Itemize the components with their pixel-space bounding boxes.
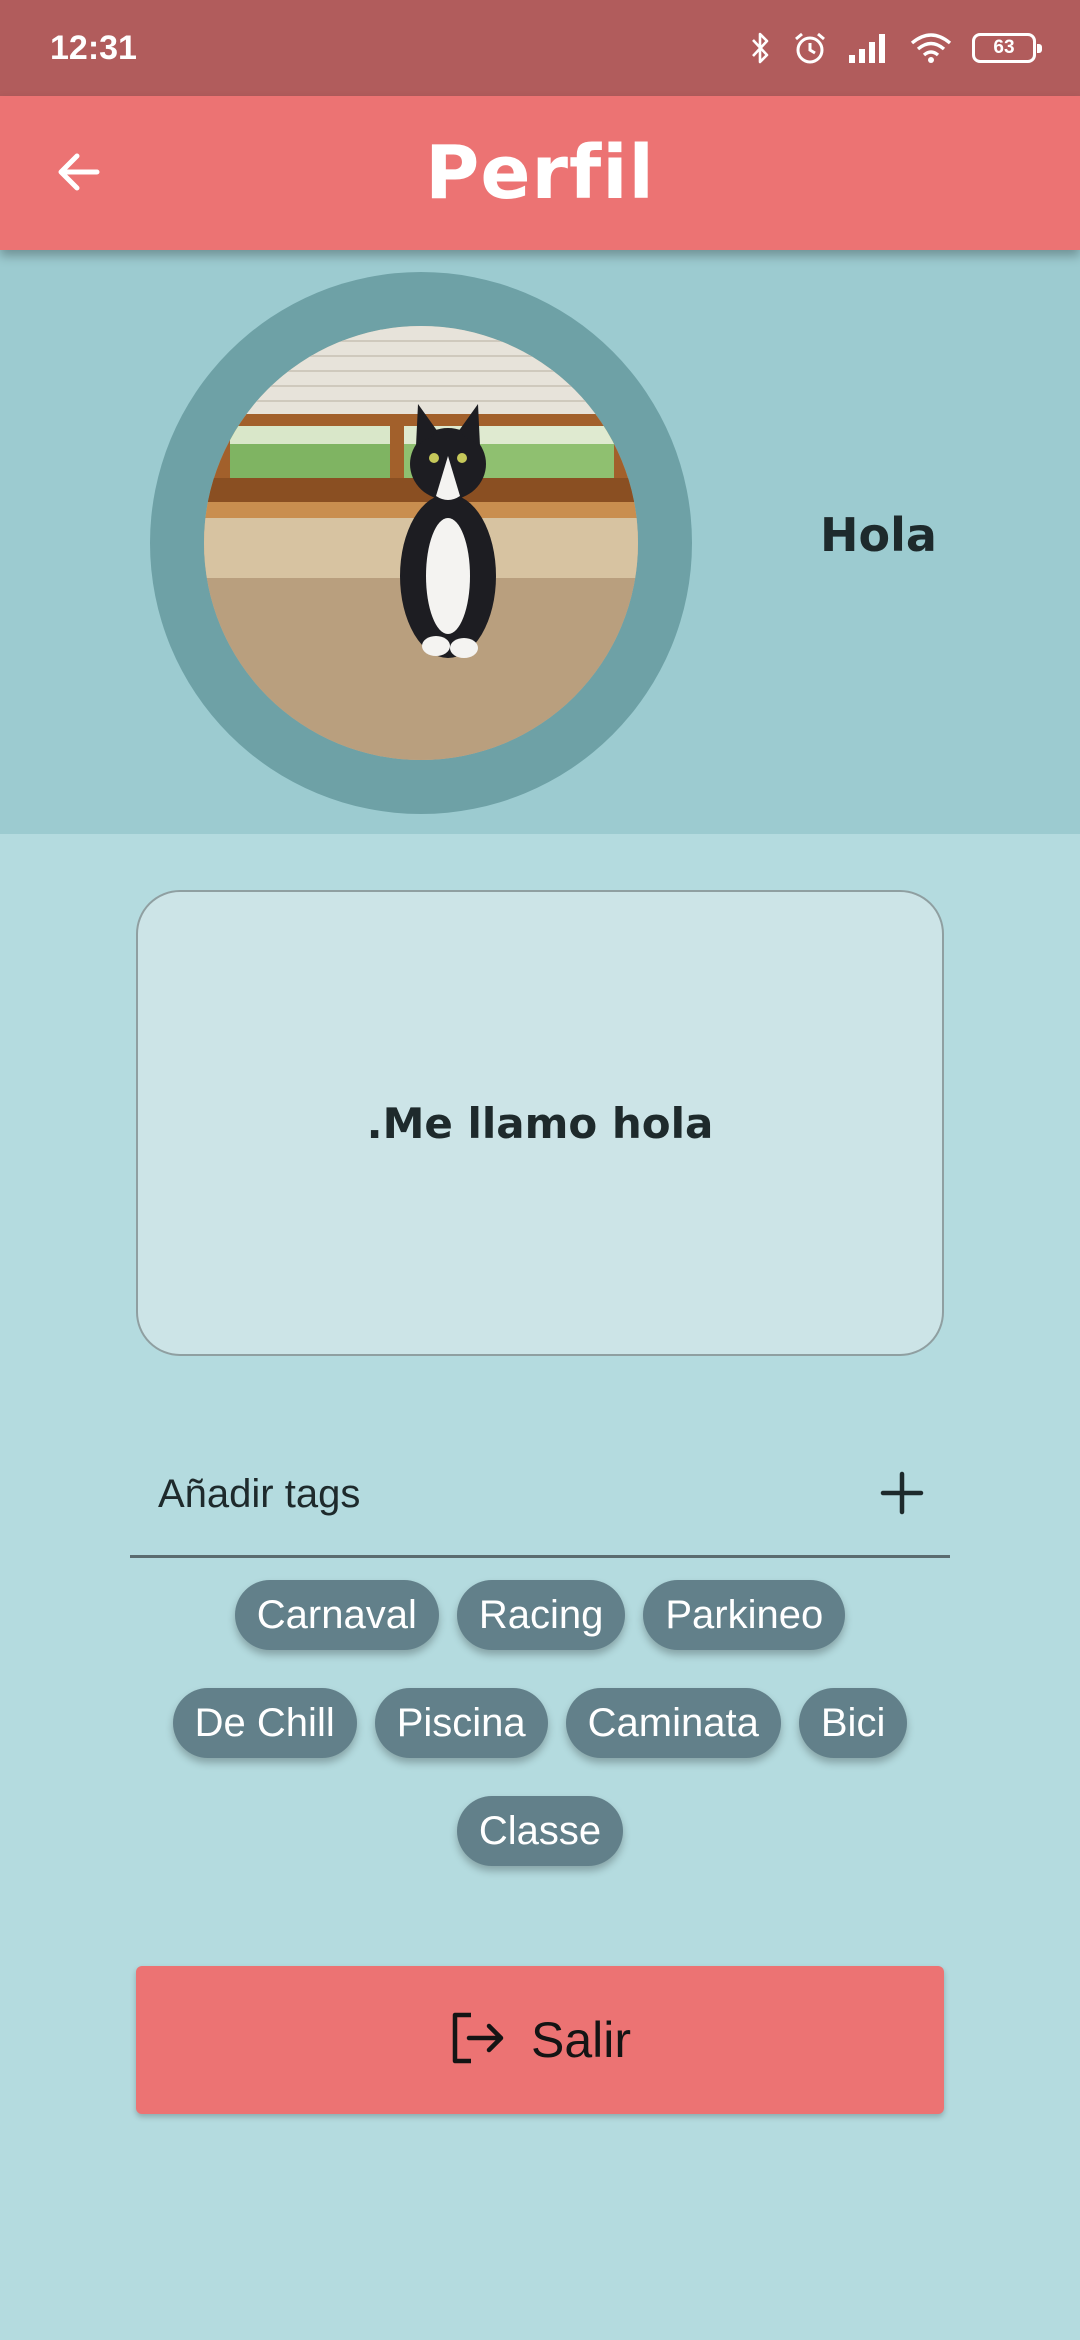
tag-chips: Carnaval Racing Parkineo De Chill Piscin… <box>150 1580 930 1866</box>
app-bar: Perfil <box>0 96 1080 250</box>
logout-icon <box>449 2010 507 2070</box>
signal-icon <box>848 33 890 63</box>
tag-chip[interactable]: Classe <box>456 1796 624 1866</box>
plus-icon <box>880 1471 924 1519</box>
add-tag-button[interactable] <box>874 1467 930 1523</box>
bio-card[interactable]: .Me llamo hola <box>136 890 944 1356</box>
tag-chip[interactable]: Caminata <box>565 1688 781 1758</box>
tags-input-placeholder: Añadir tags <box>158 1472 361 1516</box>
tag-chip[interactable]: Parkineo <box>643 1580 846 1650</box>
status-time: 12:31 <box>50 28 137 67</box>
battery-icon: 63 <box>972 33 1042 63</box>
tag-chip[interactable]: Bici <box>798 1688 908 1758</box>
exit-button-label: Salir <box>530 2012 632 2068</box>
avatar[interactable] <box>204 326 638 760</box>
profile-header: Hola <box>0 250 1080 834</box>
page-title: Perfil <box>425 130 655 216</box>
tag-chip[interactable]: De Chill <box>172 1688 357 1758</box>
avatar-ring <box>150 272 692 814</box>
bluetooth-icon <box>750 31 772 65</box>
tag-chip[interactable]: Carnaval <box>234 1580 439 1650</box>
username: Hola <box>820 508 937 562</box>
tag-chip[interactable]: Racing <box>456 1580 626 1650</box>
status-bar: 12:31 63 <box>0 0 1080 96</box>
bio-text: .Me llamo hola <box>366 1098 714 1148</box>
wifi-icon <box>910 32 952 64</box>
alarm-icon <box>792 30 828 66</box>
exit-button[interactable]: Salir <box>136 1966 944 2114</box>
tags-input[interactable]: Añadir tags <box>130 1440 950 1558</box>
tag-chip[interactable]: Piscina <box>374 1688 548 1758</box>
status-icons: 63 <box>750 30 1042 66</box>
